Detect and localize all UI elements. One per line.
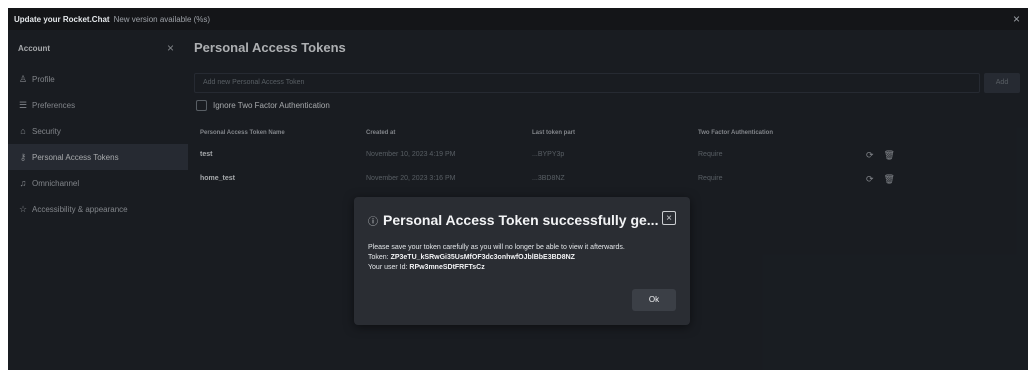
- token-success-modal: ⓘ Personal Access Token successfully ge.…: [354, 197, 690, 325]
- token-label: Token:: [368, 254, 389, 261]
- banner-close-icon[interactable]: ×: [1013, 12, 1020, 26]
- token-value: ZP3eTU_kSRwGi35UsMfOF3dc3onhwfOJblBbE3BD…: [390, 254, 575, 261]
- update-banner: Update your Rocket.Chat New version avai…: [8, 8, 1028, 30]
- banner-message: New version available (%s): [113, 14, 211, 24]
- user-id-line: Your user Id: RPw3mneSDtFRFTsCz: [368, 263, 680, 273]
- close-icon[interactable]: ×: [662, 211, 676, 225]
- modal-header: ⓘ Personal Access Token successfully ge.…: [368, 209, 676, 231]
- token-line: Token: ZP3eTU_kSRwGi35UsMfOF3dc3onhwfOJb…: [368, 253, 680, 263]
- user-id-label: Your user Id:: [368, 264, 408, 271]
- modal-title: Personal Access Token successfully ge...: [383, 212, 659, 228]
- info-icon: ⓘ: [368, 216, 378, 228]
- modal-body: Please save your token carefully as you …: [368, 243, 680, 273]
- user-id-value: RPw3mneSDtFRFTsCz: [409, 264, 485, 271]
- modal-message: Please save your token carefully as you …: [368, 244, 625, 251]
- ok-button[interactable]: Ok: [632, 289, 676, 311]
- banner-title: Update your Rocket.Chat: [14, 14, 110, 24]
